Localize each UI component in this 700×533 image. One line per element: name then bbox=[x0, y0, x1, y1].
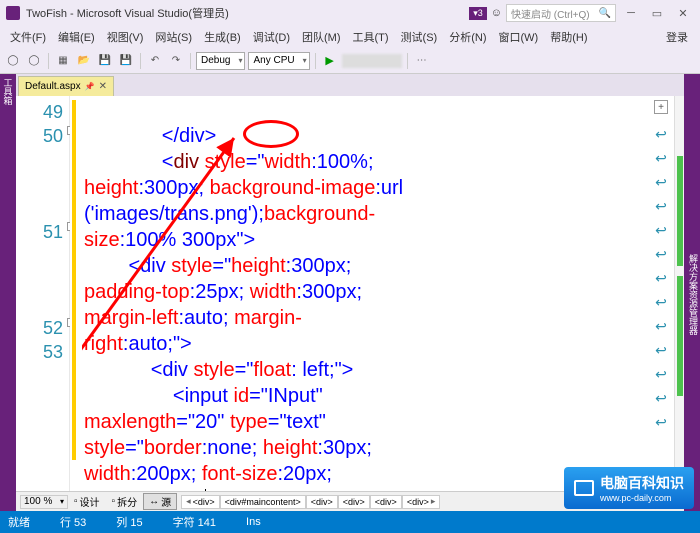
open-file-icon[interactable]: 📂 bbox=[75, 52, 93, 70]
view-design-button[interactable]: ▫设计 bbox=[68, 493, 106, 510]
menu-analyze[interactable]: 分析(N) bbox=[443, 27, 492, 47]
breadcrumb-item[interactable]: <div> bbox=[338, 495, 370, 509]
expand-collapse-icon[interactable]: + bbox=[654, 100, 668, 114]
window-title: TwoFish - Microsoft Visual Studio(管理员) bbox=[26, 5, 469, 21]
return-glyph-icon: ↩ bbox=[655, 386, 667, 410]
menu-team[interactable]: 团队(M) bbox=[296, 27, 347, 47]
sign-in-link[interactable]: 登录 bbox=[658, 27, 696, 47]
return-glyph-icon: ↩ bbox=[655, 290, 667, 314]
status-line: 行 53 bbox=[60, 514, 86, 530]
menu-view[interactable]: 视图(V) bbox=[101, 27, 150, 47]
menu-bar: 文件(F) 编辑(E) 视图(V) 网站(S) 生成(B) 调试(D) 团队(M… bbox=[0, 26, 700, 48]
toolbar: ◯ ◯ ▦ 📂 💾 💾 ↶ ↷ Debug Any CPU ▶ ⋯ bbox=[0, 48, 700, 74]
menu-debug[interactable]: 调试(D) bbox=[247, 27, 296, 47]
code-editor[interactable]: </div> <div style="width:100%; height:30… bbox=[82, 96, 648, 491]
document-tabs: Default.aspx 📌 ✕ bbox=[16, 74, 684, 96]
vs-logo-icon bbox=[6, 6, 20, 20]
breadcrumb-item[interactable]: <div> bbox=[306, 495, 338, 509]
status-char: 字符 141 bbox=[173, 514, 216, 530]
return-glyph-icon: ↩ bbox=[655, 122, 667, 146]
menu-test[interactable]: 测试(S) bbox=[395, 27, 444, 47]
platform-select[interactable]: Any CPU bbox=[248, 52, 309, 70]
undo-icon[interactable]: ↶ bbox=[146, 52, 164, 70]
redo-icon[interactable]: ↷ bbox=[167, 52, 185, 70]
menu-file[interactable]: 文件(F) bbox=[4, 27, 52, 47]
change-margin bbox=[70, 96, 82, 491]
browser-select[interactable] bbox=[342, 54, 402, 68]
toolbox-panel-tab[interactable]: 工具箱 bbox=[0, 74, 16, 511]
return-glyph-icon: ↩ bbox=[655, 338, 667, 362]
status-bar: 就绪 行 53 列 15 字符 141 Ins bbox=[0, 511, 700, 533]
view-split-button[interactable]: ▫拆分 bbox=[106, 493, 144, 510]
menu-website[interactable]: 网站(S) bbox=[149, 27, 198, 47]
right-panel-tabs: 解决方案资源管理器 团队资源管理器 属性 bbox=[684, 74, 700, 511]
view-source-button[interactable]: ↔源 bbox=[143, 493, 177, 510]
minimize-button[interactable]: ─ bbox=[620, 4, 642, 22]
menu-edit[interactable]: 编辑(E) bbox=[52, 27, 101, 47]
annotation-circle bbox=[243, 120, 299, 148]
zoom-select[interactable]: 100 %▾ bbox=[20, 495, 68, 509]
line-number-gutter: 49 50 − 51 − 52 − 53 bbox=[16, 96, 70, 491]
new-project-icon[interactable]: ▦ bbox=[54, 52, 72, 70]
maximize-button[interactable]: ▭ bbox=[646, 4, 668, 22]
tab-close-icon[interactable]: ✕ bbox=[99, 81, 107, 92]
save-all-icon[interactable]: 💾 bbox=[117, 52, 135, 70]
tab-default-aspx[interactable]: Default.aspx 📌 ✕ bbox=[18, 76, 114, 96]
menu-build[interactable]: 生成(B) bbox=[198, 27, 247, 47]
status-ins: Ins bbox=[246, 516, 261, 528]
return-glyph-icon: ↩ bbox=[655, 170, 667, 194]
editor-right-margin: + ↩ ↩ ↩ ↩ ↩ ↩ ↩ ↩ ↩ ↩ ↩ ↩ ↩ bbox=[648, 96, 674, 491]
return-glyph-icon: ↩ bbox=[655, 266, 667, 290]
config-select[interactable]: Debug bbox=[196, 52, 245, 70]
feedback-icon[interactable]: ☺ bbox=[491, 7, 502, 19]
menu-help[interactable]: 帮助(H) bbox=[544, 27, 593, 47]
status-ready: 就绪 bbox=[8, 514, 30, 530]
pin-icon[interactable]: 📌 bbox=[85, 82, 95, 91]
toolbar-more-icon[interactable]: ⋯ bbox=[413, 52, 431, 70]
return-glyph-icon: ↩ bbox=[655, 146, 667, 170]
return-glyph-icon: ↩ bbox=[655, 314, 667, 338]
close-button[interactable]: ✕ bbox=[672, 4, 694, 22]
monitor-icon bbox=[574, 480, 594, 496]
notification-badge[interactable]: ▾3 bbox=[469, 7, 487, 20]
title-bar: TwoFish - Microsoft Visual Studio(管理员) ▾… bbox=[0, 0, 700, 26]
breadcrumb-item[interactable]: <div> bbox=[181, 495, 220, 509]
tag-breadcrumb: <div> <div#maincontent> <div> <div> <div… bbox=[181, 495, 440, 509]
status-col: 列 15 bbox=[116, 514, 142, 530]
return-glyph-icon: ↩ bbox=[655, 194, 667, 218]
watermark: 电脑百科知识 www.pc-daily.com bbox=[564, 467, 694, 509]
breadcrumb-item[interactable]: <div#maincontent> bbox=[220, 495, 306, 509]
scrollbar-overview[interactable] bbox=[674, 96, 684, 491]
return-glyph-icon: ↩ bbox=[655, 410, 667, 434]
return-glyph-icon: ↩ bbox=[655, 218, 667, 242]
nav-back-icon[interactable]: ◯ bbox=[4, 52, 22, 70]
nav-fwd-icon[interactable]: ◯ bbox=[25, 52, 43, 70]
start-debug-button[interactable]: ▶ bbox=[321, 52, 339, 70]
menu-window[interactable]: 窗口(W) bbox=[493, 27, 545, 47]
solution-explorer-tab[interactable]: 解决方案资源管理器 bbox=[687, 254, 700, 335]
return-glyph-icon: ↩ bbox=[655, 362, 667, 386]
breadcrumb-item[interactable]: <div> bbox=[370, 495, 402, 509]
return-glyph-icon: ↩ bbox=[655, 242, 667, 266]
menu-tools[interactable]: 工具(T) bbox=[347, 27, 395, 47]
quick-launch-input[interactable]: 快速启动 (Ctrl+Q)🔍 bbox=[506, 4, 616, 22]
save-icon[interactable]: 💾 bbox=[96, 52, 114, 70]
breadcrumb-item[interactable]: <div> bbox=[402, 495, 441, 509]
